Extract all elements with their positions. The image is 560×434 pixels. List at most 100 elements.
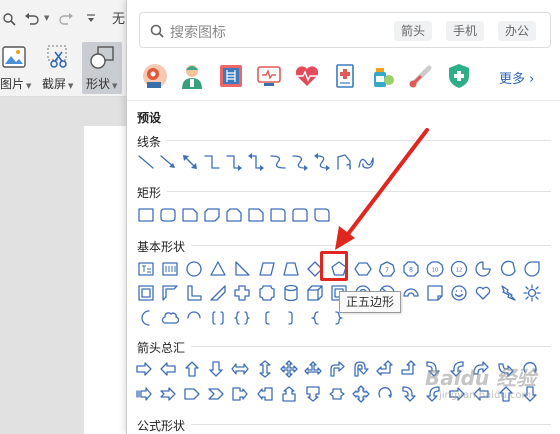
vtext-shape-icon[interactable] bbox=[161, 260, 179, 278]
ucallout-shape-icon[interactable] bbox=[280, 385, 298, 403]
aright-shape-icon[interactable] bbox=[448, 385, 466, 403]
tab-partial[interactable]: 无 bbox=[112, 8, 125, 27]
leftup-shape-icon[interactable] bbox=[376, 360, 394, 378]
lrcallout-shape-icon[interactable] bbox=[328, 385, 346, 403]
search-tag-office[interactable]: 办公 bbox=[498, 21, 537, 41]
medicine-bottle-icon[interactable] bbox=[369, 62, 397, 90]
zoom-icon[interactable] bbox=[2, 12, 16, 26]
sun-shape-icon[interactable] bbox=[522, 284, 541, 302]
curve-shape-icon[interactable] bbox=[269, 153, 287, 171]
bentup-shape-icon[interactable] bbox=[400, 360, 418, 378]
rsnip-shape-icon[interactable] bbox=[247, 206, 265, 224]
plaque-shape-icon[interactable] bbox=[258, 284, 276, 302]
lbracket-shape-icon[interactable] bbox=[258, 309, 276, 327]
undo-dropdown-icon[interactable]: ▼ bbox=[44, 14, 49, 22]
rbracket-shape-icon[interactable] bbox=[282, 309, 300, 327]
medical-report-icon[interactable] bbox=[331, 62, 359, 90]
document-page[interactable] bbox=[84, 126, 126, 434]
round1-shape-icon[interactable] bbox=[269, 206, 287, 224]
smiley-shape-icon[interactable] bbox=[450, 284, 468, 302]
curvedl-shape-icon[interactable] bbox=[424, 385, 442, 403]
rcallout-shape-icon[interactable] bbox=[231, 385, 249, 403]
frame-shape-icon[interactable] bbox=[137, 284, 155, 302]
circarrow-shape-icon[interactable] bbox=[521, 360, 539, 378]
dcallout-shape-icon[interactable] bbox=[304, 385, 322, 403]
round2-shape-icon[interactable] bbox=[291, 206, 309, 224]
aquad-shape-icon[interactable] bbox=[279, 360, 298, 378]
adown-shape-icon[interactable] bbox=[207, 360, 225, 378]
xray-icon[interactable] bbox=[217, 62, 245, 90]
snip3-shape-icon[interactable] bbox=[225, 206, 243, 224]
striped-shape-icon[interactable] bbox=[135, 385, 153, 403]
lightning-shape-icon[interactable] bbox=[499, 284, 517, 302]
chord-shape-icon[interactable] bbox=[499, 260, 517, 278]
para-shape-icon[interactable] bbox=[258, 260, 276, 278]
pentarrow-shape-icon[interactable] bbox=[183, 385, 201, 403]
cube-shape-icon[interactable] bbox=[306, 284, 324, 302]
scissors-icon[interactable] bbox=[46, 44, 70, 70]
picture-button[interactable]: 图片 ▼ bbox=[0, 75, 31, 92]
curvea-shape-icon[interactable] bbox=[291, 153, 309, 171]
curvedr-shape-icon[interactable] bbox=[400, 385, 418, 403]
dbrace-shape-icon[interactable] bbox=[233, 309, 251, 327]
snip2-shape-icon[interactable] bbox=[203, 206, 221, 224]
dbracket-shape-icon[interactable] bbox=[209, 309, 227, 327]
blockarc-shape-icon[interactable] bbox=[402, 284, 420, 302]
notched-shape-icon[interactable] bbox=[159, 385, 177, 403]
undo-icon[interactable] bbox=[24, 12, 40, 26]
round3-shape-icon[interactable] bbox=[313, 206, 331, 224]
dec-shape-icon[interactable]: 10 bbox=[426, 260, 444, 278]
heart-shape-icon[interactable] bbox=[474, 284, 492, 302]
oct-shape-icon[interactable]: 8 bbox=[402, 260, 420, 278]
elbowa-shape-icon[interactable] bbox=[225, 153, 243, 171]
lcallout-shape-icon[interactable] bbox=[256, 385, 274, 403]
search-input[interactable]: 搜索图标 bbox=[170, 22, 226, 42]
doctor-icon[interactable] bbox=[178, 62, 206, 90]
elbow-shape-icon[interactable] bbox=[203, 153, 221, 171]
lbrace-shape-icon[interactable] bbox=[306, 309, 324, 327]
quadcallout-shape-icon[interactable] bbox=[352, 385, 370, 403]
hexagon-shape-icon[interactable] bbox=[354, 260, 372, 278]
dodec-shape-icon[interactable]: 12 bbox=[450, 260, 468, 278]
arc-shape-icon[interactable] bbox=[185, 309, 203, 327]
screenshot-button[interactable]: 截屏 ▼ bbox=[42, 75, 73, 92]
medical-monitor-icon[interactable] bbox=[255, 62, 283, 90]
tri-shape-icon[interactable] bbox=[209, 260, 227, 278]
adown-shape-icon[interactable] bbox=[521, 385, 539, 403]
arrowline-shape-icon[interactable] bbox=[159, 153, 177, 171]
rtri-shape-icon[interactable] bbox=[233, 260, 251, 278]
shapes-icon[interactable] bbox=[89, 46, 115, 70]
health-shield-icon[interactable] bbox=[445, 62, 473, 90]
dblarrow-shape-icon[interactable] bbox=[181, 153, 199, 171]
heart-pulse-icon[interactable] bbox=[293, 62, 321, 90]
folded-shape-icon[interactable] bbox=[426, 284, 444, 302]
aup-shape-icon[interactable] bbox=[497, 385, 515, 403]
textbox-shape-icon[interactable] bbox=[137, 260, 155, 278]
picture-icon[interactable] bbox=[2, 46, 26, 68]
aleft-shape-icon[interactable] bbox=[159, 360, 177, 378]
tear-shape-icon[interactable] bbox=[523, 260, 541, 278]
curvedr-shape-icon[interactable] bbox=[424, 360, 442, 378]
scribble-shape-icon[interactable] bbox=[357, 153, 375, 171]
shapes-button-label-wrap[interactable]: 形状 ▼ bbox=[86, 75, 117, 92]
uturn-shape-icon[interactable] bbox=[352, 360, 370, 378]
hept-shape-icon[interactable]: 7 bbox=[378, 260, 396, 278]
circarrow-shape-icon[interactable] bbox=[376, 385, 394, 403]
customize-toolbar-icon[interactable] bbox=[86, 13, 96, 25]
alrup-shape-icon[interactable] bbox=[304, 360, 322, 378]
search-tag-arrow[interactable]: 箭头 bbox=[394, 21, 433, 41]
pie-shape-icon[interactable] bbox=[474, 260, 492, 278]
lshape-shape-icon[interactable] bbox=[185, 284, 203, 302]
aright-shape-icon[interactable] bbox=[135, 360, 153, 378]
halfframe-shape-icon[interactable] bbox=[161, 284, 179, 302]
freeform-shape-icon[interactable] bbox=[335, 153, 353, 171]
line-shape-icon[interactable] bbox=[137, 153, 155, 171]
trap-shape-icon[interactable] bbox=[282, 260, 300, 278]
more-icons-link[interactable]: 更多 › bbox=[499, 68, 534, 87]
alr-shape-icon[interactable] bbox=[231, 360, 250, 378]
curvedl-shape-icon[interactable] bbox=[448, 360, 466, 378]
bent-shape-icon[interactable] bbox=[328, 360, 346, 378]
elbowd-shape-icon[interactable] bbox=[247, 153, 265, 171]
aud-shape-icon[interactable] bbox=[256, 360, 274, 378]
curvedd-shape-icon[interactable] bbox=[497, 360, 515, 378]
